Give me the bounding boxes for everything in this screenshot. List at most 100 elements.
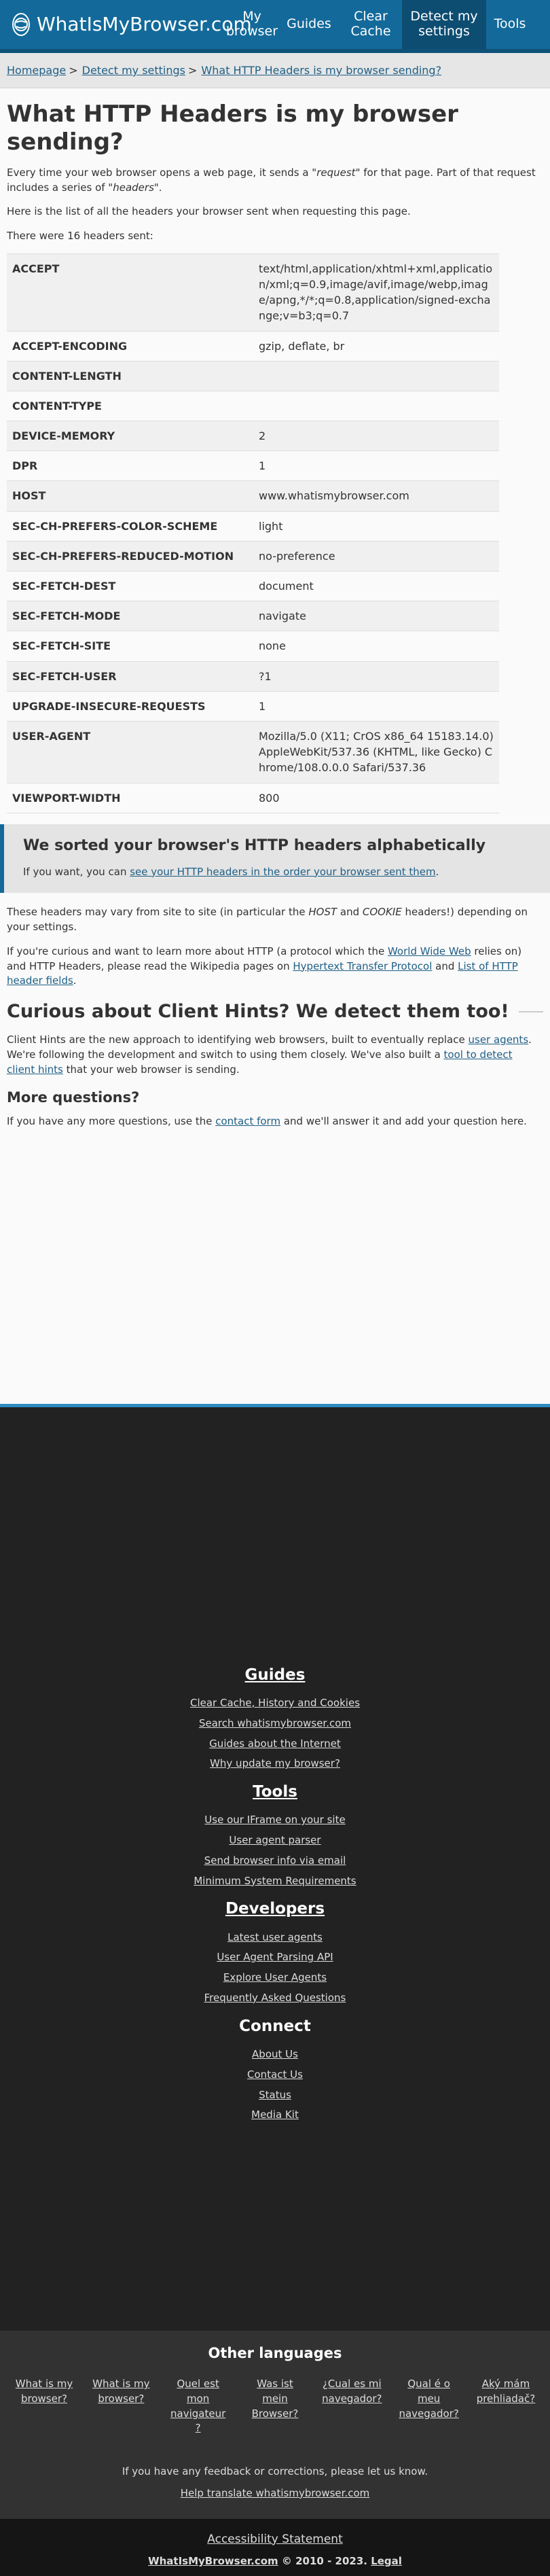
footer-link[interactable]: Frequently Asked Questions xyxy=(204,1992,346,2004)
site-name: WhatIsMyBrowser.com xyxy=(37,12,252,35)
header-value: 1 xyxy=(253,451,499,482)
header-name: VIEWPORT-WIDTH xyxy=(7,783,253,813)
header-name: DPR xyxy=(7,451,253,482)
header-name: USER-AGENT xyxy=(7,721,253,783)
footer-link[interactable]: Latest user agents xyxy=(227,1931,323,1943)
site-logo-link[interactable]: WhatIsMyBrowser.com xyxy=(0,0,252,49)
header-value: text/html,application/xhtml+xml,applicat… xyxy=(253,253,499,332)
client-hints-heading: Curious about Client Hints? We detect th… xyxy=(7,998,543,1025)
nav-item-clear-cache[interactable]: Clear Cache xyxy=(340,0,402,49)
headers-table: ACCEPT text/html,application/xhtml+xml,ap… xyxy=(7,253,499,813)
footer-link[interactable]: Why update my browser? xyxy=(210,1757,340,1769)
footer-link[interactable]: Send browser info via email xyxy=(204,1854,346,1867)
footer-link[interactable]: Media Kit xyxy=(251,2109,299,2121)
http-wiki-link[interactable]: Hypertext Transfer Protocol xyxy=(293,960,432,972)
footer-link[interactable]: Use our IFrame on your site xyxy=(204,1814,345,1826)
footer-link[interactable]: User Agent Parsing API xyxy=(217,1951,333,1963)
table-row: SEC-CH-PREFERS-REDUCED-MOTION no-preferen… xyxy=(7,541,499,572)
header-value: ?1 xyxy=(253,661,499,692)
language-link[interactable]: ¿Cual es mi navegador? xyxy=(321,2377,382,2436)
header-name: UPGRADE-INSECURE-REQUESTS xyxy=(7,691,253,722)
header-value xyxy=(253,391,499,422)
site-footer: Guides Clear Cache, History and Cookies Se… xyxy=(0,1403,550,2576)
table-row: SEC-FETCH-USER ?1 xyxy=(7,661,499,692)
languages-title: Other languages xyxy=(208,2344,342,2361)
footer-link[interactable]: Explore User Agents xyxy=(223,1971,327,1983)
header-value: 800 xyxy=(253,783,499,813)
table-row: DPR 1 xyxy=(7,451,499,482)
table-row: HOST www.whatismybrowser.com xyxy=(7,480,499,512)
more-questions-heading: More questions? xyxy=(7,1089,140,1106)
footer-section-title[interactable]: Tools xyxy=(0,1781,550,1803)
header-count: There were 16 headers sent: xyxy=(7,230,153,243)
copyright: WhatIsMyBrowser.com © 2010 - 2023. Legal xyxy=(148,2555,402,2568)
footer-section-title[interactable]: Developers xyxy=(0,1898,550,1920)
footer-link[interactable]: Clear Cache, History and Cookies xyxy=(190,1697,360,1709)
breadcrumb-link[interactable]: Homepage xyxy=(7,64,66,77)
www-link[interactable]: World Wide Web xyxy=(388,945,471,957)
vary-paragraph: These headers may vary from site to site… xyxy=(7,906,528,934)
sorted-notice: We sorted your browser's HTTP headers al… xyxy=(0,824,550,894)
footer-bottom: Accessibility Statement WhatIsMyBrowser.… xyxy=(0,2518,550,2576)
notice-title: We sorted your browser's HTTP headers al… xyxy=(23,836,486,854)
header-value: 2 xyxy=(253,421,499,452)
language-link[interactable]: Quel est mon navigateur ? xyxy=(168,2377,229,2436)
language-link[interactable]: What is my browser? xyxy=(90,2377,151,2436)
accessibility-link[interactable]: Accessibility Statement xyxy=(7,2531,543,2548)
learn-paragraph: If you're curious and want to learn more… xyxy=(7,945,522,987)
languages-list: What is my browser? What is my browser? Qu… xyxy=(7,2377,543,2436)
footer-section-developers: Developers Latest user agents User Agent P… xyxy=(0,1898,550,2005)
help-translate-link[interactable]: Help translate whatismybrowser.com xyxy=(181,2487,370,2499)
footer-section-title: Connect xyxy=(239,2017,311,2035)
site-header: WhatIsMyBrowser.com My browser Guides Clea… xyxy=(0,0,550,53)
header-name: ACCEPT xyxy=(7,253,253,332)
original-order-link[interactable]: see your HTTP headers in the order your … xyxy=(130,866,435,878)
footer-link[interactable]: Guides about the Internet xyxy=(209,1737,341,1750)
client-hints-paragraph: Client Hints are the new approach to ide… xyxy=(7,1034,532,1076)
footer-link[interactable]: About Us xyxy=(252,2048,298,2060)
header-value: www.whatismybrowser.com xyxy=(253,480,499,512)
legal-link[interactable]: Legal xyxy=(371,2555,402,2567)
nav-item-detect-my-settings[interactable]: Detect my settings xyxy=(402,0,486,49)
header-name: SEC-CH-PREFERS-COLOR-SCHEME xyxy=(7,511,253,542)
language-link[interactable]: What is my browser? xyxy=(14,2377,75,2436)
main-nav: My browser Guides Clear Cache Detect my set… xyxy=(225,0,550,49)
nav-item-guides[interactable]: Guides xyxy=(278,0,340,49)
footer-section-tools: Tools Use our IFrame on your site User age… xyxy=(0,1781,550,1888)
footer-link[interactable]: User agent parser xyxy=(229,1834,320,1846)
copyright-site-link[interactable]: WhatIsMyBrowser.com xyxy=(148,2555,278,2567)
intro-paragraph: Every time your web browser opens a web … xyxy=(7,166,536,194)
header-value: navigate xyxy=(253,601,499,632)
footer-link[interactable]: Status xyxy=(259,2089,291,2101)
header-name: CONTENT-LENGTH xyxy=(7,361,253,391)
browser-logo-icon xyxy=(12,13,30,36)
language-link[interactable]: Qual é o meu navegador? xyxy=(399,2377,460,2436)
table-row: SEC-FETCH-DEST document xyxy=(7,571,499,602)
table-row: UPGRADE-INSECURE-REQUESTS 1 xyxy=(7,691,499,722)
breadcrumb: Homepage > Detect my settings > What HTTP He… xyxy=(0,53,550,89)
table-row: CONTENT-TYPE xyxy=(7,391,499,422)
language-link[interactable]: Was ist mein Browser? xyxy=(244,2377,306,2436)
table-row: DEVICE-MEMORY 2 xyxy=(7,421,499,452)
page-title: What HTTP Headers is my browser sending? xyxy=(7,101,458,156)
other-languages: Other languages What is my browser? What … xyxy=(0,2330,550,2519)
footer-link[interactable]: Minimum System Requirements xyxy=(194,1875,356,1887)
table-row: VIEWPORT-WIDTH 800 xyxy=(7,783,499,813)
user-agents-link[interactable]: user agents xyxy=(469,1034,529,1046)
footer-link[interactable]: Contact Us xyxy=(247,2068,303,2081)
header-name: DEVICE-MEMORY xyxy=(7,421,253,452)
table-row: CONTENT-LENGTH xyxy=(7,361,499,391)
header-value: 1 xyxy=(253,691,499,722)
nav-item-tools[interactable]: Tools xyxy=(486,0,534,49)
notice-text: If you want, you can see your HTTP heade… xyxy=(23,865,439,878)
breadcrumb-link[interactable]: Detect my settings xyxy=(82,64,185,77)
footer-section-title[interactable]: Guides xyxy=(0,1664,550,1687)
header-value: Mozilla/5.0 (X11; CrOS x86_64 15183.14.0… xyxy=(253,721,499,783)
contact-form-link[interactable]: contact form xyxy=(215,1115,280,1127)
header-name: ACCEPT-ENCODING xyxy=(7,331,253,361)
nav-item-my-browser[interactable]: My browser xyxy=(225,0,278,49)
table-row: ACCEPT text/html,application/xhtml+xml,ap… xyxy=(7,253,499,332)
breadcrumb-link[interactable]: What HTTP Headers is my browser sending? xyxy=(201,64,441,77)
footer-link[interactable]: Search whatismybrowser.com xyxy=(199,1717,351,1729)
language-link[interactable]: Aký mám prehliadač? xyxy=(475,2377,536,2436)
